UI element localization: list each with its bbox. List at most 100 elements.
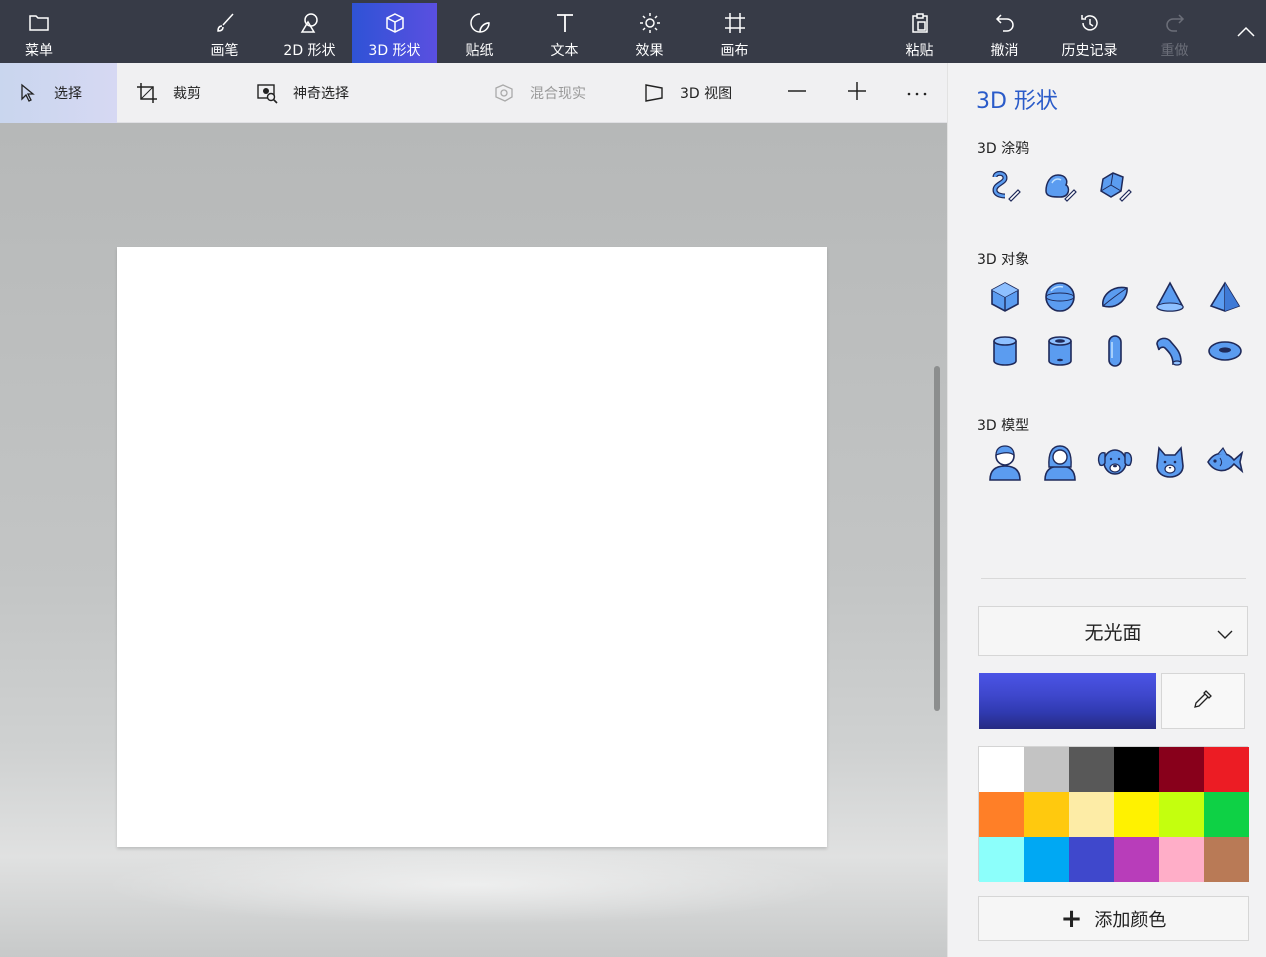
pyramid-button[interactable] (1203, 277, 1247, 321)
add-color-button[interactable]: + 添加颜色 (978, 896, 1249, 941)
text-icon (552, 10, 578, 36)
soft-doodle-button[interactable] (1038, 167, 1082, 211)
drawing-canvas[interactable] (117, 247, 827, 847)
sharp-doodle-icon (1097, 169, 1133, 209)
color-swatch[interactable] (1204, 837, 1249, 882)
sphere-icon (1043, 280, 1077, 318)
action-label: 粘贴 (905, 43, 934, 59)
cube-icon (382, 10, 408, 36)
color-swatch[interactable] (1159, 747, 1204, 792)
tool-2d-shapes[interactable]: 2D 形状 (267, 3, 352, 63)
color-swatch[interactable] (1114, 747, 1159, 792)
sun-icon (637, 10, 663, 36)
tool-label: 画布 (720, 43, 749, 59)
color-swatch[interactable] (979, 747, 1024, 792)
color-swatch[interactable] (1114, 792, 1159, 837)
color-swatch[interactable] (1114, 837, 1159, 882)
color-swatch[interactable] (1024, 747, 1069, 792)
color-swatch[interactable] (979, 837, 1024, 882)
redo-button[interactable]: 重做 (1132, 3, 1217, 63)
pointer-icon (16, 81, 40, 105)
undo-icon (992, 10, 1018, 36)
color-swatch[interactable] (979, 792, 1024, 837)
mixed-reality-icon (492, 81, 516, 105)
hemisphere-icon (1098, 280, 1132, 318)
mixed-reality-tool[interactable]: 混合现实 (492, 63, 586, 123)
action-label: 撤消 (990, 43, 1019, 59)
tool-canvas[interactable]: 画布 (692, 3, 777, 63)
more-options-button[interactable] (904, 63, 930, 123)
fish-model-button[interactable] (1203, 442, 1247, 486)
soft-doodle-icon (1042, 169, 1078, 209)
woman-icon (1042, 443, 1078, 485)
color-swatch[interactable] (1069, 837, 1114, 882)
menu-label: 菜单 (25, 43, 53, 59)
tool-label: 效果 (635, 43, 664, 59)
tool-3d-shapes[interactable]: 3D 形状 (352, 3, 437, 63)
crop-tool[interactable]: 裁剪 (135, 63, 201, 123)
cat-model-button[interactable] (1148, 442, 1192, 486)
plus-icon: + (1060, 903, 1083, 934)
workspace (0, 123, 947, 957)
dog-model-button[interactable] (1093, 442, 1137, 486)
tool-text[interactable]: 文本 (522, 3, 607, 63)
cylinder-button[interactable] (983, 331, 1027, 375)
man-model-button[interactable] (983, 442, 1027, 486)
current-color-preview[interactable] (979, 673, 1156, 729)
color-swatch[interactable] (1024, 792, 1069, 837)
magic-select-tool[interactable]: 神奇选择 (255, 63, 349, 123)
finish-dropdown[interactable]: 无光面 (978, 606, 1248, 656)
action-label: 历史记录 (1061, 43, 1118, 59)
objects-section-label: 3D 对象 (977, 252, 1030, 268)
curved-tube-icon (1153, 334, 1187, 372)
eyedropper-button[interactable] (1161, 673, 1245, 729)
color-swatch[interactable] (1159, 792, 1204, 837)
man-icon (987, 443, 1023, 485)
color-swatch[interactable] (1069, 792, 1114, 837)
color-swatch[interactable] (1204, 792, 1249, 837)
tool-brushes[interactable]: 画笔 (182, 3, 267, 63)
hemisphere-button[interactable] (1093, 277, 1137, 321)
woman-model-button[interactable] (1038, 442, 1082, 486)
action-label: 重做 (1160, 43, 1189, 59)
vertical-scrollbar[interactable] (934, 366, 940, 711)
finish-value: 无光面 (1084, 621, 1142, 644)
paste-button[interactable]: 粘贴 (877, 3, 962, 63)
canvas-icon (722, 10, 748, 36)
sub-toolbar: 选择 裁剪 神奇选择 混合现实 3D 视图 (0, 63, 947, 123)
tool-label: 2D 形状 (283, 43, 336, 59)
zoom-in-button[interactable] (844, 63, 870, 123)
zoom-out-button[interactable] (784, 63, 810, 123)
select-tool[interactable]: 选择 (0, 63, 117, 123)
curved-tube-button[interactable] (1148, 331, 1192, 375)
undo-button[interactable]: 撤消 (962, 3, 1047, 63)
brush-icon (212, 10, 238, 36)
ellipsis-icon (906, 85, 928, 101)
sphere-button[interactable] (1038, 277, 1082, 321)
tube-doodle-button[interactable] (983, 167, 1027, 211)
menu-button[interactable]: 菜单 (0, 0, 78, 63)
cone-button[interactable] (1148, 277, 1192, 321)
history-button[interactable]: 历史记录 (1047, 3, 1132, 63)
add-color-label: 添加颜色 (1094, 909, 1167, 931)
tool-effects[interactable]: 效果 (607, 3, 692, 63)
cylinder-icon (988, 334, 1022, 372)
redo-icon (1162, 10, 1188, 36)
dog-icon (1096, 444, 1134, 484)
capsule-button[interactable] (1093, 331, 1137, 375)
eyedropper-icon (1192, 688, 1214, 714)
color-palette (978, 746, 1249, 882)
color-swatch[interactable] (1204, 747, 1249, 792)
donut-button[interactable] (1203, 331, 1247, 375)
color-swatch[interactable] (1024, 837, 1069, 882)
sharp-doodle-button[interactable] (1093, 167, 1137, 211)
crop-icon (135, 81, 159, 105)
collapse-toolbar-button[interactable] (1232, 20, 1260, 44)
tube-button[interactable] (1038, 331, 1082, 375)
tool-stickers[interactable]: 贴纸 (437, 3, 522, 63)
view-3d-tool[interactable]: 3D 视图 (642, 63, 732, 123)
color-swatch[interactable] (1159, 837, 1204, 882)
cube-button[interactable] (983, 277, 1027, 321)
canvas-shadow (100, 845, 845, 925)
color-swatch[interactable] (1069, 747, 1114, 792)
